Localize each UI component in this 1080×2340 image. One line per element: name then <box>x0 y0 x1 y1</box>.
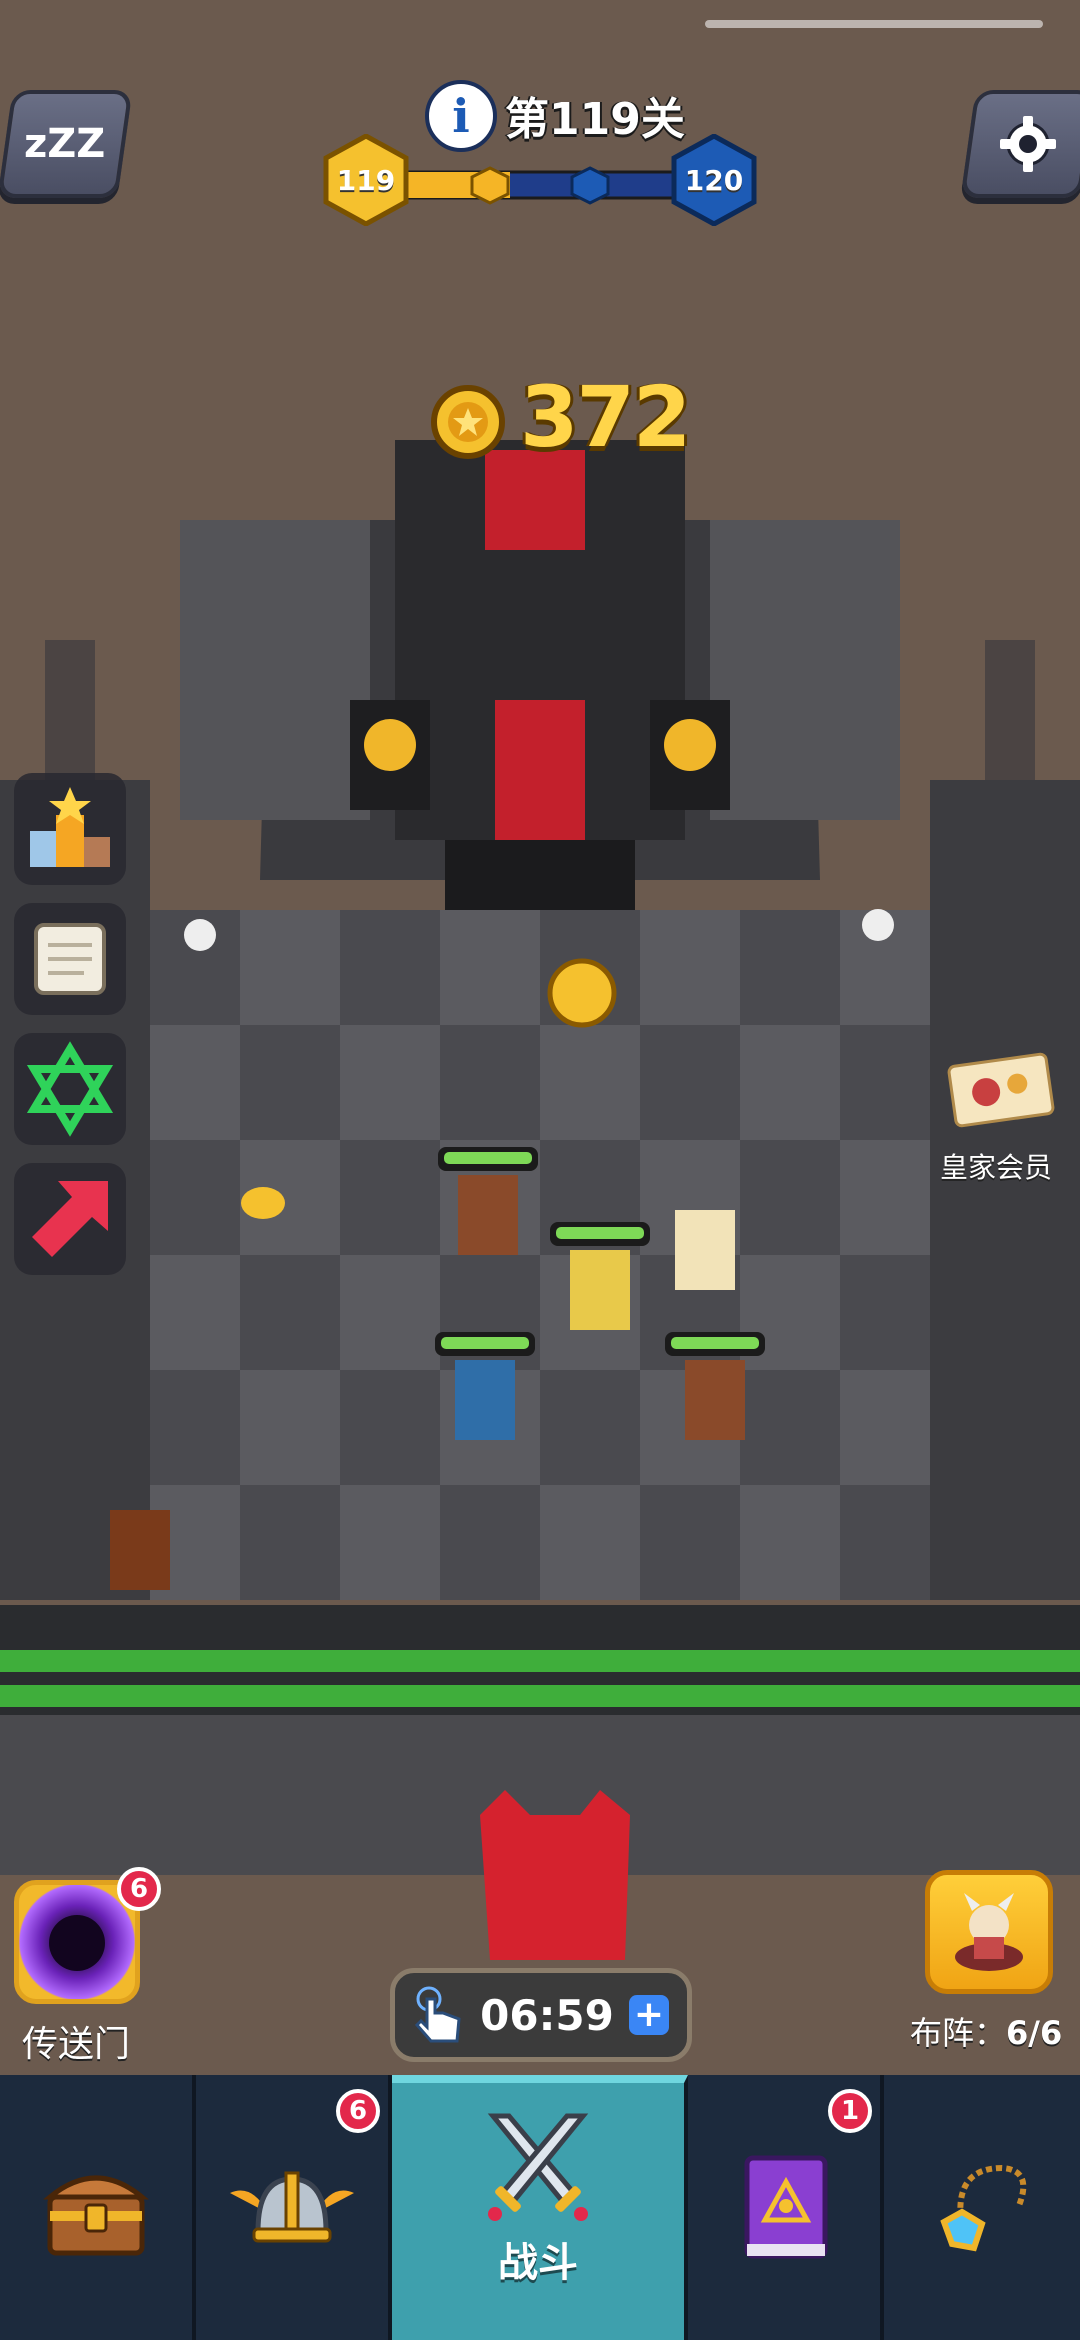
nav-tab-heroes[interactable]: 6 <box>196 2075 392 2340</box>
board-tile <box>840 1255 940 1370</box>
current-level-text: 119 <box>336 163 396 197</box>
heroes-badge: 6 <box>336 2089 380 2133</box>
board-tile <box>740 1485 840 1600</box>
podium-star-icon <box>30 787 110 867</box>
board-tile <box>640 910 740 1025</box>
portal-badge: 6 <box>117 1867 161 1911</box>
red-arrow-icon <box>32 1181 108 1257</box>
board-tile <box>340 1140 440 1255</box>
health-bar <box>671 1337 759 1349</box>
health-bar <box>444 1152 532 1164</box>
board-tile <box>340 1025 440 1140</box>
board-tile <box>240 1255 340 1370</box>
formation-label: 布阵：6/6 <box>910 2008 1062 2054</box>
board-tile <box>740 910 840 1025</box>
boost-button[interactable] <box>14 1163 126 1275</box>
board-tile <box>240 1025 340 1140</box>
portal-label: 传送门 <box>22 2024 131 2065</box>
nav-battle-label: 战斗 <box>498 2239 578 2286</box>
board-tile <box>340 1370 440 1485</box>
next-level-text: 120 <box>684 163 744 197</box>
formation-count: 6/6 <box>1006 2014 1063 2052</box>
board-tile <box>540 1370 640 1485</box>
hexagram-icon <box>26 1041 114 1137</box>
battle-scene <box>0 0 1080 2075</box>
board-tile <box>340 910 440 1025</box>
scroll-button[interactable] <box>14 903 126 1015</box>
gear-icon <box>1000 116 1056 172</box>
side-wall <box>930 780 1080 1600</box>
nav-tab-battle[interactable]: 战斗 <box>392 2075 688 2340</box>
board-tile <box>240 1370 340 1485</box>
board-tile <box>840 1140 940 1255</box>
board-tile <box>240 910 340 1025</box>
offline-timer[interactable]: 06:59 + <box>390 1968 692 2062</box>
amulet-icon <box>940 2164 1027 2251</box>
royal-card-icon <box>947 1052 1055 1128</box>
board-tile <box>340 1485 440 1600</box>
board-tile <box>540 1485 640 1600</box>
hexagram-button[interactable] <box>14 1033 126 1145</box>
current-level-badge: 119 <box>320 134 412 226</box>
board-tile <box>840 1370 940 1485</box>
royal-member-button[interactable] <box>946 1050 1056 1130</box>
board-tile <box>140 1025 240 1140</box>
board-tile <box>140 1370 240 1485</box>
settings-button[interactable] <box>960 90 1080 198</box>
board-tile <box>740 1025 840 1140</box>
hero-portrait-icon <box>955 1893 1023 1971</box>
board-tile <box>440 910 540 1025</box>
board-tile <box>440 1485 540 1600</box>
hero-unit <box>110 1510 170 1590</box>
board-tile <box>140 1255 240 1370</box>
nav-tab-amulet[interactable] <box>884 2075 1080 2340</box>
formation-button[interactable] <box>925 1870 1053 1994</box>
royal-member-label: 皇家会员 <box>940 1151 1053 1184</box>
nav-tab-chest[interactable] <box>0 2075 196 2340</box>
sleep-zzz-icon: zZZ <box>24 121 106 167</box>
board-tile <box>840 1025 940 1140</box>
scroll-icon <box>34 923 106 995</box>
hero-unit <box>675 1210 735 1290</box>
portal-vortex-icon <box>49 1915 105 1971</box>
board-tile <box>740 1140 840 1255</box>
bottom-nav: 6 战斗 1 <box>0 2075 1080 2340</box>
gold-coin-icon <box>431 385 505 459</box>
timer-value: 06:59 <box>480 1990 614 2040</box>
board-tile <box>140 1140 240 1255</box>
coin-counter: 372 <box>520 368 691 466</box>
next-level-badge: 120 <box>668 134 760 226</box>
board-tile <box>540 1025 640 1140</box>
crossed-swords-icon <box>487 2113 589 2221</box>
spellbook-icon <box>744 2155 828 2258</box>
board-tile <box>840 1485 940 1600</box>
sleep-button[interactable]: zZZ <box>0 90 133 198</box>
home-indicator <box>705 20 1043 28</box>
health-bar <box>556 1227 644 1239</box>
formation-label-text: 布阵： <box>910 2014 1007 2052</box>
board-tile <box>440 1025 540 1140</box>
tap-hand-icon <box>414 1986 461 2043</box>
add-time-button[interactable]: + <box>628 1995 669 2035</box>
ranking-button[interactable] <box>14 773 126 885</box>
health-bar <box>441 1337 529 1349</box>
board-tile <box>740 1370 840 1485</box>
board-tile <box>340 1255 440 1370</box>
winged-helmet-icon <box>230 2171 354 2242</box>
spellbook-badge: 1 <box>828 2089 872 2133</box>
nav-tab-spellbook[interactable]: 1 <box>688 2075 884 2340</box>
board-tile <box>640 1485 740 1600</box>
board-tile <box>240 1485 340 1600</box>
board-tile <box>640 1025 740 1140</box>
treasure-chest-icon <box>43 2175 149 2255</box>
